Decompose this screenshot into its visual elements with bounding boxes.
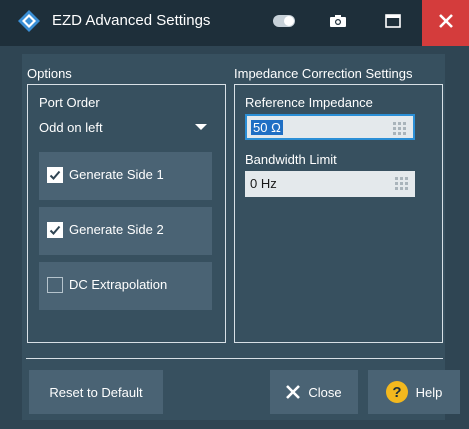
dc-extrapolation-label: DC Extrapolation bbox=[69, 277, 168, 292]
window-close-button[interactable] bbox=[422, 0, 469, 46]
keypad-icon[interactable] bbox=[393, 122, 407, 136]
close-icon bbox=[286, 385, 301, 399]
impedance-group-title: Impedance Correction Settings bbox=[234, 66, 413, 81]
reset-to-default-label: Reset to Default bbox=[49, 384, 143, 400]
close-icon bbox=[438, 13, 453, 33]
checkbox-checked-icon bbox=[47, 167, 63, 183]
toggle-icon bbox=[273, 14, 295, 32]
dc-extrapolation-checkbox[interactable]: DC Extrapolation bbox=[39, 262, 212, 310]
bandwidth-limit-label: Bandwidth Limit bbox=[245, 152, 337, 167]
keypad-icon[interactable] bbox=[395, 177, 409, 191]
close-button[interactable]: Close bbox=[270, 370, 358, 414]
generate-side-1-checkbox[interactable]: Generate Side 1 bbox=[39, 152, 212, 200]
camera-icon bbox=[330, 14, 346, 32]
reset-to-default-button[interactable]: Reset to Default bbox=[29, 370, 163, 414]
reference-impedance-value: 50 Ω bbox=[251, 120, 283, 135]
maximize-button[interactable] bbox=[372, 0, 414, 46]
generate-side-1-label: Generate Side 1 bbox=[69, 167, 164, 182]
maximize-icon bbox=[385, 13, 401, 33]
port-order-label: Port Order bbox=[39, 95, 100, 110]
toggle-button[interactable] bbox=[264, 0, 304, 46]
help-button[interactable]: ? Help bbox=[368, 370, 460, 414]
rs-logo-icon bbox=[18, 10, 40, 32]
title-bar: EZD Advanced Settings bbox=[0, 0, 469, 46]
options-group-title: Options bbox=[27, 66, 72, 81]
generate-side-2-label: Generate Side 2 bbox=[69, 222, 164, 237]
reference-impedance-label: Reference Impedance bbox=[245, 95, 373, 110]
screenshot-button[interactable] bbox=[318, 0, 358, 46]
footer-divider bbox=[26, 358, 443, 359]
port-order-value: Odd on left bbox=[39, 119, 103, 135]
close-label: Close bbox=[308, 384, 342, 400]
help-icon: ? bbox=[385, 381, 408, 403]
checkbox-unchecked-icon bbox=[47, 277, 63, 293]
window-title: EZD Advanced Settings bbox=[52, 12, 211, 29]
bandwidth-limit-input[interactable]: 0 Hz bbox=[245, 171, 415, 197]
help-label: Help bbox=[415, 384, 443, 400]
svg-text:?: ? bbox=[392, 384, 401, 401]
generate-side-2-checkbox[interactable]: Generate Side 2 bbox=[39, 207, 212, 255]
bandwidth-limit-value: 0 Hz bbox=[250, 176, 277, 191]
checkbox-checked-icon bbox=[47, 222, 63, 238]
port-order-dropdown[interactable]: Odd on left bbox=[39, 114, 213, 140]
chevron-down-icon bbox=[195, 124, 207, 130]
reference-impedance-input[interactable]: 50 Ω bbox=[245, 114, 415, 140]
